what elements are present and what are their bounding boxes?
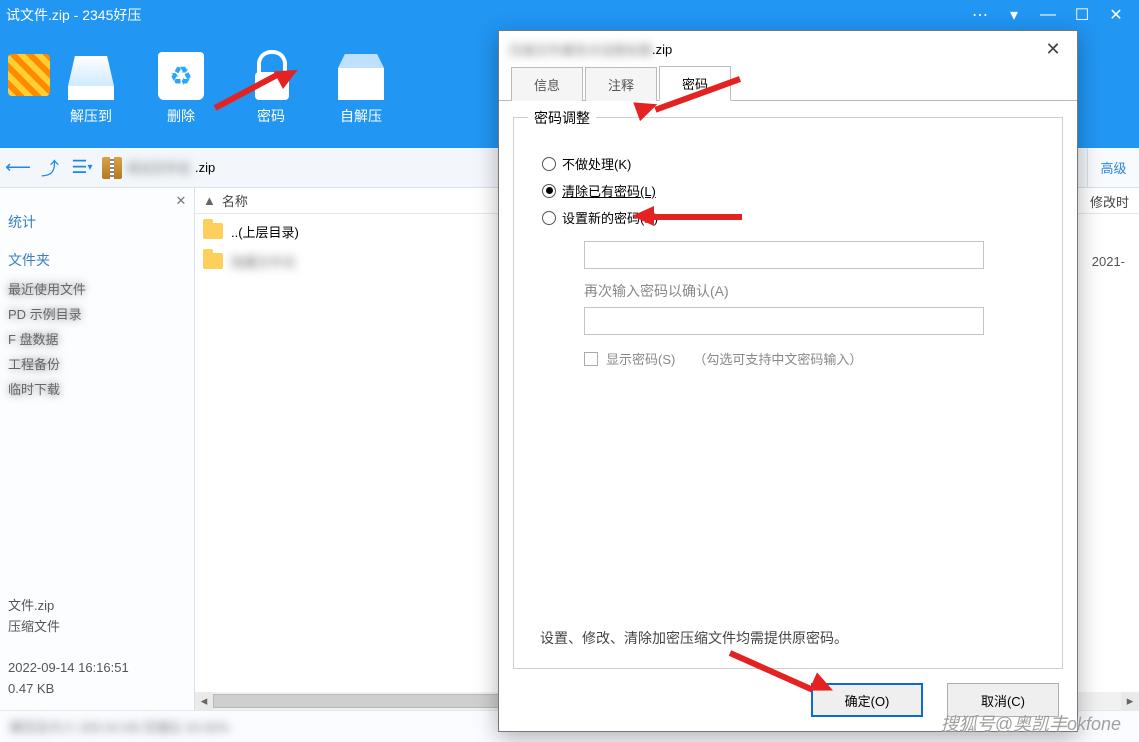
maximize-icon[interactable]: ☐ [1065,1,1099,29]
toolbar-delete-label: 删除 [136,106,226,126]
back-icon[interactable]: ⟵ [6,156,30,180]
add-archive-icon [8,54,50,96]
col-name: 名称 [222,191,248,210]
radio-icon [542,211,556,225]
tab-password[interactable]: 密码 [659,66,731,101]
password-field[interactable] [584,241,984,269]
window-buttons: ⋯ ▾ — ☐ ✕ [963,1,1133,29]
dialog-title-ext: .zip [652,42,672,57]
sidebar: ✕ 统计 文件夹 最近使用文件 PD 示例目录 F 盘数据 工程备份 临时下载 … [0,188,195,710]
password-confirm-field[interactable] [584,307,984,335]
archive-icon [102,157,122,179]
watermark: 搜狐号@奥凯丰okfone [941,710,1121,736]
dialog-close-icon[interactable]: ✕ [1039,35,1067,63]
sidebar-folder-heading: 文件夹 [8,250,186,270]
view-mode-icon[interactable]: ☰▾ [70,156,94,180]
radio-clear-label: 清除已有密码(L) [562,181,656,200]
radio-set-label: 设置新的密码(N) [562,208,658,227]
breadcrumb-file-stem: 测试文件名 [126,158,191,177]
minimize-icon[interactable]: — [1031,1,1065,29]
scroll-right-icon[interactable]: ▸ [1121,692,1139,710]
sfx-icon [332,40,390,100]
sort-caret-icon: ▲ [203,193,216,208]
status-text: 解压后大小 258 04 KB 压缩比 33 60% [10,717,230,736]
delete-icon [152,40,210,100]
toolbar-sfx-label: 自解压 [316,106,406,126]
footer-size: 0.47 KB [8,679,186,700]
advanced-label: 高级 [1100,158,1126,177]
radio-set[interactable]: 设置新的密码(N) [542,208,1034,227]
lock-icon [242,40,300,100]
tab-info[interactable]: 信息 [511,67,583,101]
sidebar-item[interactable]: F 盘数据 [8,326,186,351]
sidebar-close-icon[interactable]: ✕ [172,192,190,210]
sidebar-stats-heading: 统计 [8,212,186,232]
show-password-label: 显示密码(S) [606,349,675,368]
dropdown-icon[interactable]: ▾ [997,1,1031,29]
sidebar-item[interactable]: PD 示例目录 [8,301,186,326]
footer-type: 压缩文件 [8,617,186,638]
row-modtime: 2021- [1092,254,1125,269]
toolbar-sfx-button[interactable]: 自解压 [316,30,406,126]
row-name: ..(上层目录) [231,222,299,241]
toolbar-extract-button[interactable]: 解压到 [46,30,136,126]
feedback-icon[interactable]: ⋯ [963,1,997,29]
sidebar-footer: 文件.zip 压缩文件 2022-09-14 16:16:51 0.47 KB [8,596,186,700]
advanced-button[interactable]: 高级 [1087,148,1139,188]
confirm-label: 再次输入密码以确认(A) [584,281,984,301]
show-password-hint: （勾选可支持中文密码输入） [693,349,862,368]
toolbar-password-button[interactable]: 密码 [226,30,316,126]
password-dialog: 压缩文件属性对话框标题 .zip ✕ 信息 注释 密码 密码调整 不做处理(K)… [498,30,1078,732]
folder-icon [203,223,223,239]
radio-icon [542,157,556,171]
col-modtime: 修改时 [1090,188,1129,214]
close-icon[interactable]: ✕ [1099,1,1133,29]
up-folder-icon[interactable]: ⤴ [38,156,62,180]
toolbar-extract-label: 解压到 [46,106,136,126]
breadcrumb-file-ext: .zip [195,160,215,175]
scroll-left-icon[interactable]: ◂ [195,692,213,710]
sidebar-item[interactable]: 临时下载 [8,376,186,401]
radio-icon [542,184,556,198]
footer-file: 文件.zip [8,596,186,617]
titlebar: 试文件.zip - 2345好压 ⋯ ▾ — ☐ ✕ [0,0,1139,30]
dialog-title-stem: 压缩文件属性对话框标题 [509,40,652,59]
cancel-label: 取消(C) [981,691,1025,710]
dialog-tabs: 信息 注释 密码 [499,67,1077,101]
tab-comment[interactable]: 注释 [585,67,657,101]
radio-none[interactable]: 不做处理(K) [542,154,1034,173]
radio-clear[interactable]: 清除已有密码(L) [542,181,1034,200]
password-group: 密码调整 不做处理(K) 清除已有密码(L) 设置新的密码(N) 再次输入密码以… [513,117,1063,669]
sidebar-item[interactable]: 最近使用文件 [8,276,186,301]
window-title: 试文件.zip - 2345好压 [6,5,141,25]
ok-button[interactable]: 确定(O) [811,683,923,717]
dialog-note: 设置、修改、清除加密压缩文件均需提供原密码。 [540,628,1036,648]
group-legend: 密码调整 [528,108,596,128]
folder-icon [203,253,223,269]
toolbar-password-label: 密码 [226,106,316,126]
sidebar-item[interactable]: 工程备份 [8,351,186,376]
toolbar-add-button[interactable] [0,30,46,106]
toolbar-delete-button[interactable]: 删除 [136,30,226,126]
extract-icon [62,40,120,100]
show-password-checkbox[interactable] [584,352,598,366]
row-name: 隐藏文件名 [231,252,296,271]
radio-none-label: 不做处理(K) [562,154,631,173]
ok-label: 确定(O) [845,691,890,710]
scroll-thumb[interactable] [213,694,513,708]
dialog-titlebar: 压缩文件属性对话框标题 .zip ✕ [499,31,1077,67]
footer-time: 2022-09-14 16:16:51 [8,658,186,679]
